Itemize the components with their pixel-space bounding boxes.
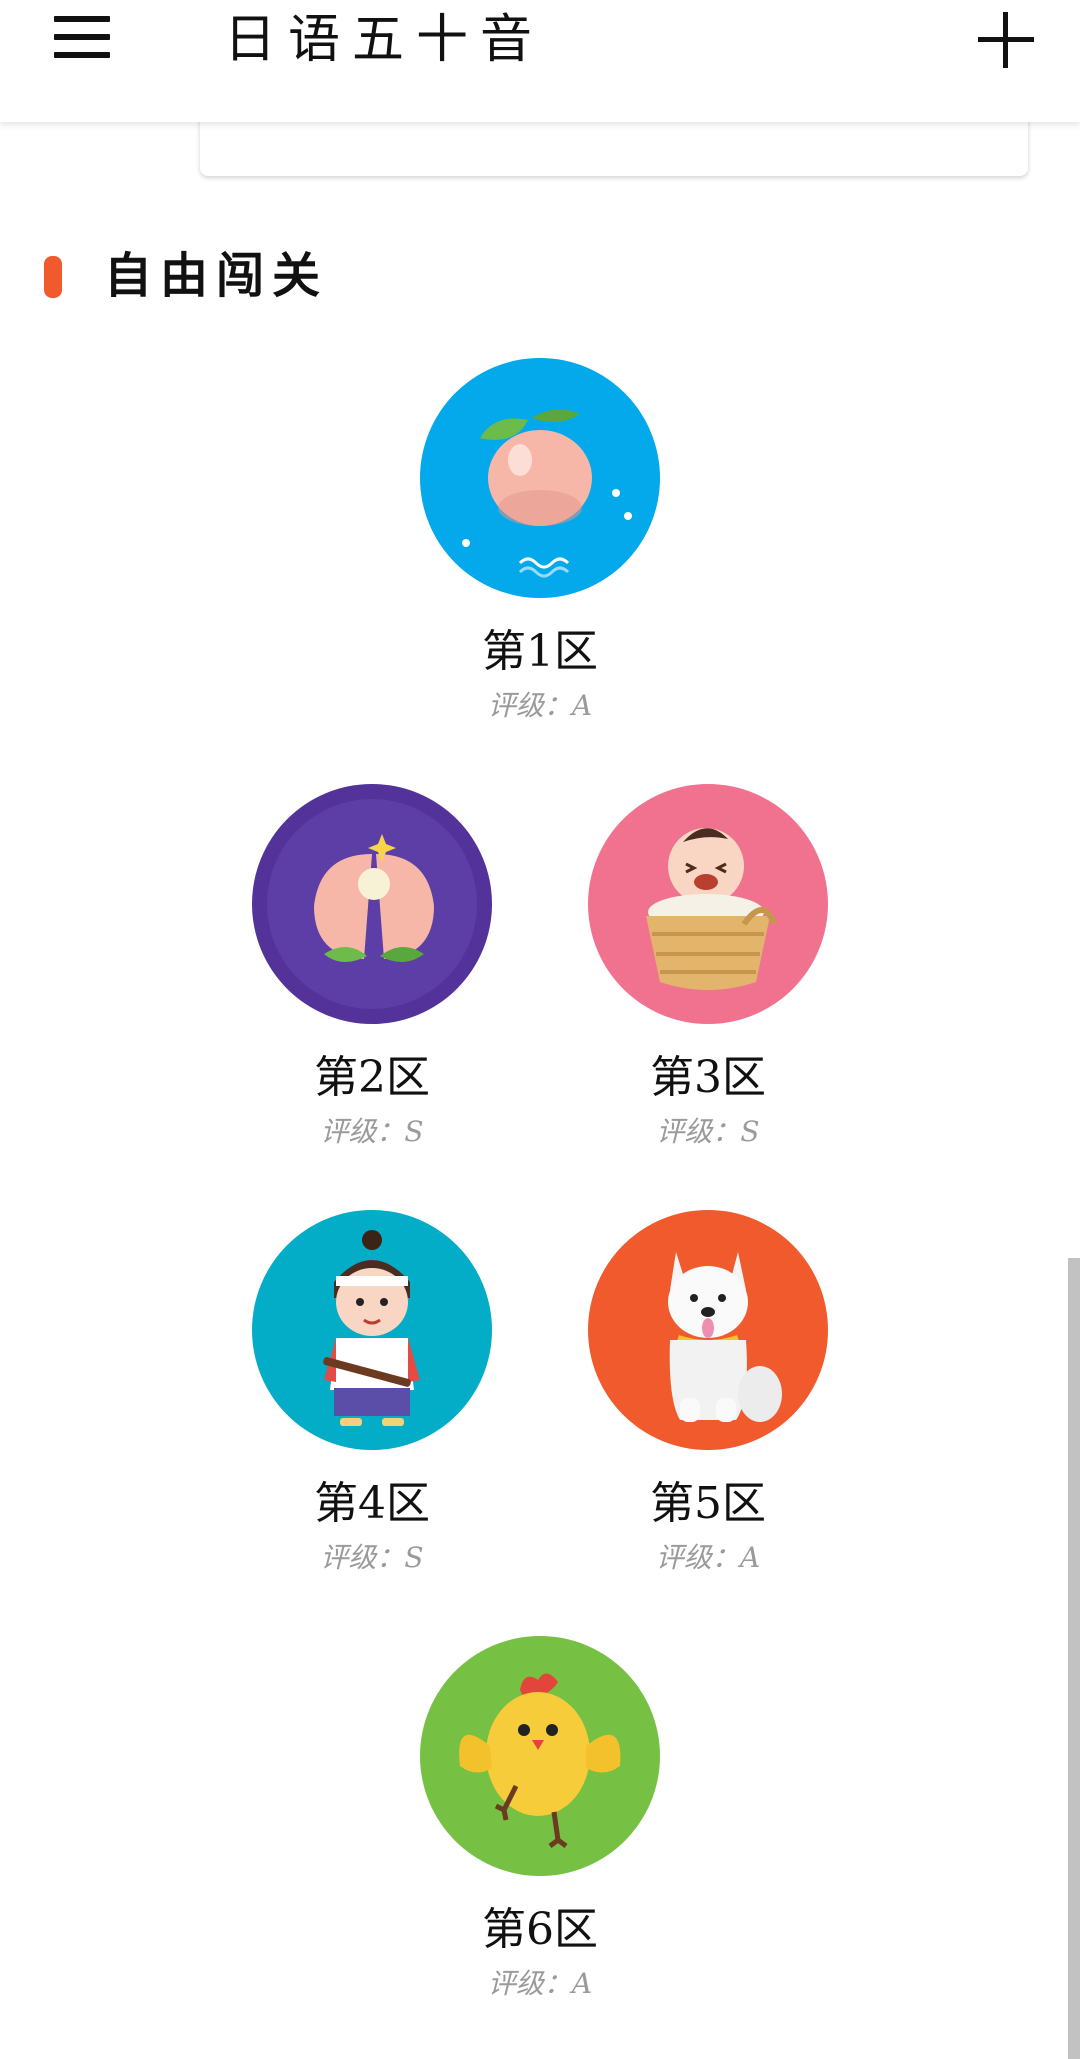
- add-icon[interactable]: [976, 10, 1036, 70]
- level-1-circle[interactable]: [420, 358, 660, 598]
- level-6-item[interactable]: 第6区 评级：A: [420, 1636, 660, 2004]
- app-bar: 日语五十音: [0, 0, 1080, 122]
- level-5-item[interactable]: 第5区 评级：A: [588, 1210, 828, 1578]
- level-4-item[interactable]: 第4区 评级：S: [252, 1210, 492, 1578]
- level-5-grade: 评级：A: [655, 1541, 761, 1574]
- baby-in-basket-icon: [646, 828, 777, 990]
- level-2-item[interactable]: 第2区 评级：S: [252, 784, 492, 1152]
- level-3-item[interactable]: 第3区 评级：S: [588, 784, 828, 1152]
- level-1-item[interactable]: 第1区 评级：A: [420, 358, 660, 726]
- scrollbar[interactable]: [1068, 1258, 1080, 2059]
- level-4-circle[interactable]: [252, 1210, 492, 1450]
- momotaro-boy-icon: [323, 1230, 420, 1426]
- level-3-name: 第3区: [650, 1052, 766, 1103]
- white-dog-icon: [668, 1252, 782, 1422]
- section-title: 自由闯关: [104, 248, 329, 304]
- level-4-grade: 评级：S: [320, 1541, 424, 1574]
- level-6-circle[interactable]: [420, 1636, 660, 1876]
- split-peach-icon: [267, 799, 477, 1009]
- level-2-grade: 评级：S: [320, 1115, 424, 1148]
- menu-icon[interactable]: [52, 14, 116, 62]
- level-5-name: 第5区: [650, 1478, 766, 1529]
- peach-icon: [462, 409, 632, 578]
- level-3-grade: 评级：S: [656, 1115, 760, 1148]
- level-1-name: 第1区: [482, 626, 598, 677]
- chick-icon: [459, 1673, 621, 1848]
- level-6-name: 第6区: [482, 1904, 598, 1955]
- level-1-grade: 评级：A: [487, 689, 593, 722]
- level-6-grade: 评级：A: [487, 1967, 593, 2000]
- level-4-name: 第4区: [314, 1478, 430, 1529]
- level-5-circle[interactable]: [588, 1210, 828, 1450]
- app-title: 日语五十音: [224, 10, 545, 70]
- section-marker: [44, 256, 62, 298]
- level-2-name: 第2区: [314, 1052, 430, 1103]
- level-2-circle[interactable]: [252, 784, 492, 1024]
- level-3-circle[interactable]: [588, 784, 828, 1024]
